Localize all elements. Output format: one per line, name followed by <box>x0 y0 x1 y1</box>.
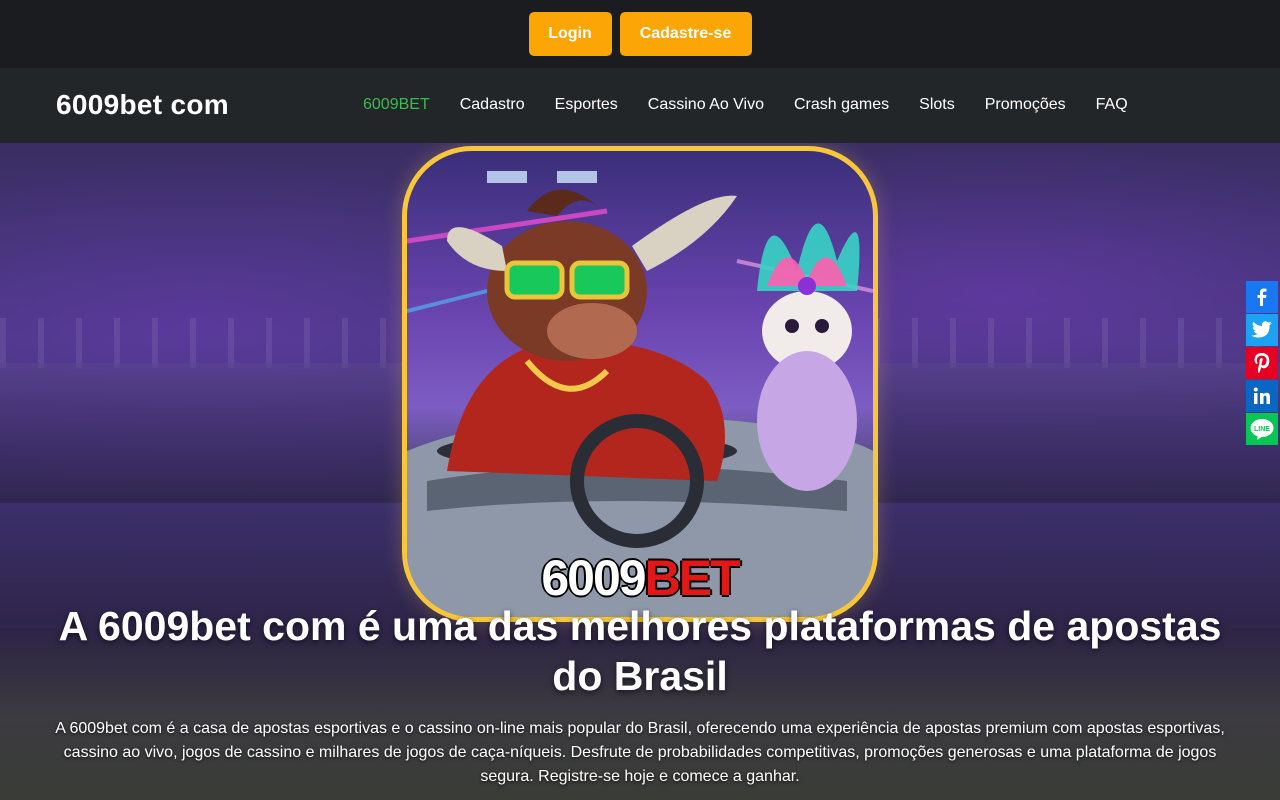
signup-button[interactable]: Cadastre-se <box>619 12 752 56</box>
nav-item-cassino-ao-vivo[interactable]: Cassino Ao Vivo <box>633 95 779 115</box>
nav-item-esportes[interactable]: Esportes <box>540 95 633 115</box>
line-icon[interactable]: LINE <box>1246 413 1278 445</box>
main-nav: 6009BET Cadastro Esportes Cassino Ao Viv… <box>348 95 1143 115</box>
hero-description: A 6009bet com é a casa de apostas esport… <box>55 720 1225 785</box>
twitter-icon[interactable] <box>1246 314 1278 346</box>
nav-item-crash-games[interactable]: Crash games <box>779 95 904 115</box>
nav-item-cadastro[interactable]: Cadastro <box>445 95 540 115</box>
promo-logo: 6009BET <box>407 549 873 607</box>
promo-logo-bet: BET <box>644 550 741 606</box>
login-button[interactable]: Login <box>528 12 612 56</box>
promo-logo-number: 6009 <box>541 550 646 606</box>
nav-item-promocoes[interactable]: Promoções <box>970 95 1081 115</box>
nav-item-faq[interactable]: FAQ <box>1081 95 1143 115</box>
nav-item-6009bet[interactable]: 6009BET <box>348 95 445 115</box>
main-navbar: 6009bet com 6009BET Cadastro Esportes Ca… <box>0 68 1280 143</box>
linkedin-icon[interactable] <box>1246 380 1278 412</box>
social-share-bar: LINE <box>1246 281 1278 445</box>
bull-and-bunny-illustration <box>407 171 873 617</box>
svg-text:LINE: LINE <box>1254 426 1270 433</box>
site-brand[interactable]: 6009bet com <box>56 89 229 121</box>
facebook-icon[interactable] <box>1246 281 1278 313</box>
promo-image: 6009BET <box>402 146 878 622</box>
hero-headline: A 6009bet com é uma das melhores platafo… <box>58 603 1222 699</box>
pinterest-icon[interactable] <box>1246 347 1278 379</box>
nav-item-slots[interactable]: Slots <box>904 95 970 115</box>
hero-section: 6009BET A 6009bet com é uma das melhores… <box>0 143 1280 800</box>
top-auth-bar: Login Cadastre-se <box>0 0 1280 68</box>
